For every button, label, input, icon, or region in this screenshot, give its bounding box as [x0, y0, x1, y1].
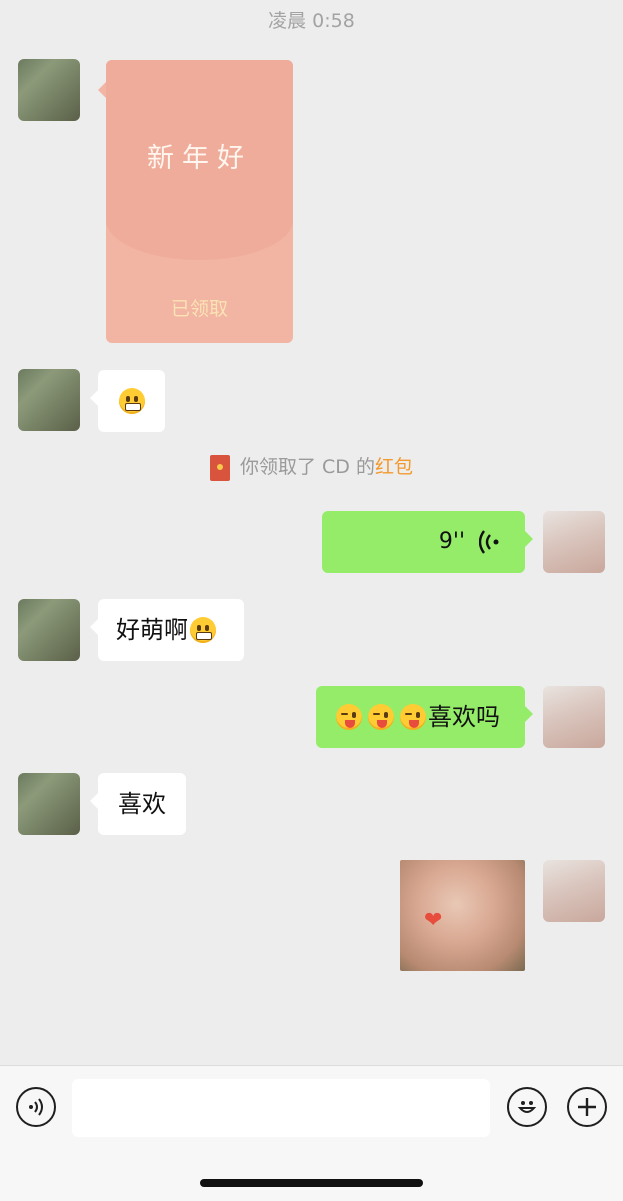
- emoji-button[interactable]: [507, 1087, 547, 1127]
- message-bubble-emoji[interactable]: [90, 370, 165, 432]
- tongue-wink-emoji-icon: [336, 704, 362, 730]
- self-avatar[interactable]: [543, 686, 605, 748]
- system-notice: 你领取了 CD 的红包: [0, 452, 623, 481]
- heart-icon: ❤: [424, 908, 443, 933]
- plus-icon: [578, 1098, 596, 1116]
- voice-icon: [29, 1098, 43, 1116]
- notice-text: 你领取了 CD 的: [240, 456, 375, 478]
- message-bubble-text[interactable]: 好萌啊: [90, 599, 244, 661]
- red-packet-icon: [210, 454, 230, 481]
- contact-avatar[interactable]: [18, 369, 80, 431]
- message-input[interactable]: [72, 1079, 490, 1137]
- timestamp: 凌晨 0:58: [268, 10, 355, 32]
- voice-wave-icon: [479, 530, 499, 554]
- red-packet-status: 已领取: [170, 298, 228, 320]
- tongue-wink-emoji-icon: [400, 704, 426, 730]
- message-text: 喜欢吗: [428, 703, 500, 731]
- tongue-wink-emoji-icon: [368, 704, 394, 730]
- message-bubble-text[interactable]: 喜欢: [90, 773, 186, 835]
- red-packet-link[interactable]: 红包: [375, 456, 413, 478]
- emoji-icon: [517, 1101, 537, 1113]
- voice-input-button[interactable]: [16, 1087, 56, 1127]
- self-avatar[interactable]: [543, 860, 605, 922]
- more-button[interactable]: [567, 1087, 607, 1127]
- contact-avatar[interactable]: [18, 773, 80, 835]
- grin-emoji-icon: [118, 388, 145, 414]
- self-avatar[interactable]: [543, 511, 605, 573]
- red-packet-title: 新年好: [147, 143, 252, 174]
- grin-emoji-icon: [190, 617, 216, 643]
- message-text: 好萌啊: [116, 616, 188, 644]
- home-indicator: [200, 1179, 423, 1187]
- voice-message-bubble[interactable]: 9'': [322, 511, 533, 573]
- red-packet-card[interactable]: 新年好 已领取: [98, 60, 293, 343]
- contact-avatar[interactable]: [18, 59, 80, 121]
- contact-avatar[interactable]: [18, 599, 80, 661]
- voice-duration: 9'': [438, 529, 465, 554]
- image-message[interactable]: ❤: [400, 860, 525, 971]
- message-bubble-sent[interactable]: 喜欢吗: [316, 686, 533, 748]
- message-text: 喜欢: [118, 790, 166, 818]
